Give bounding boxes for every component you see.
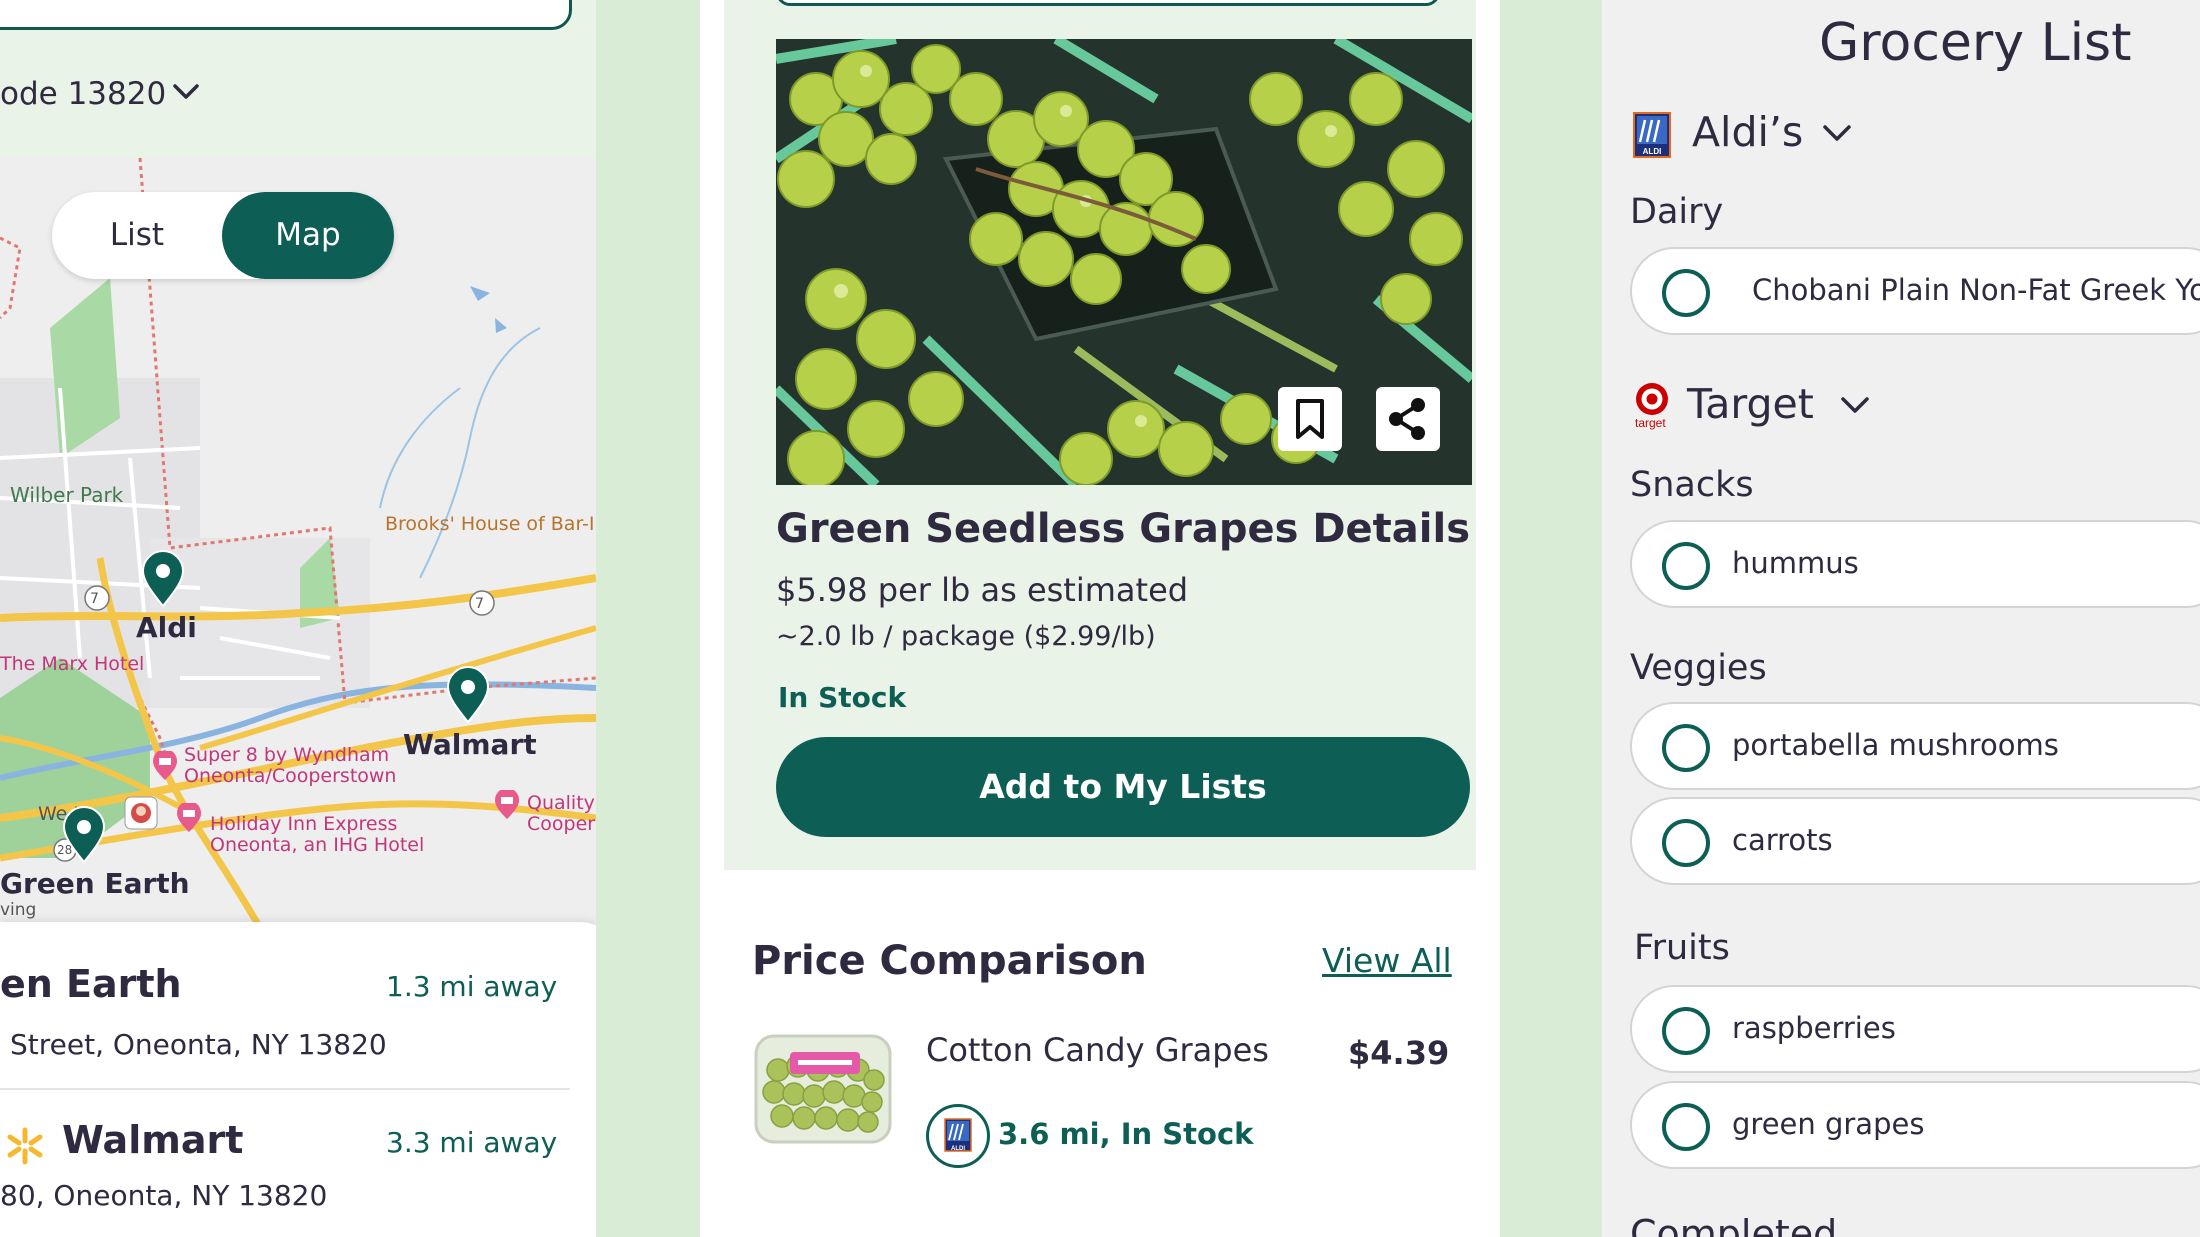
view-toggle: List Map	[52, 192, 394, 279]
map-label-poi: ving	[0, 900, 37, 920]
list-item[interactable]: raspberries	[1630, 985, 2200, 1073]
product-price: $5.98 per lb as estimated	[776, 571, 1189, 609]
category-heading: Snacks	[1630, 465, 1754, 505]
product-card: Green Seedless Grapes Details $5.98 per …	[724, 0, 1476, 870]
page-title: Grocery List	[1819, 13, 2132, 73]
product-detail-screen: Green Seedless Grapes Details $5.98 per …	[700, 0, 1500, 1237]
svg-text:ALDI: ALDI	[1643, 147, 1662, 156]
hotel-marker-icon[interactable]	[152, 751, 178, 781]
category-heading: Veggies	[1630, 648, 1767, 688]
add-to-lists-button[interactable]: Add to My Lists	[776, 737, 1470, 837]
list-item-label: raspberries	[1732, 1011, 1896, 1045]
list-item[interactable]: Chobani Plain Non-Fat Greek Yo	[1630, 247, 2200, 335]
store-name[interactable]: en Earth	[0, 962, 182, 1006]
search-input[interactable]	[0, 0, 572, 30]
stock-status: In Stock	[778, 681, 907, 714]
checkbox[interactable]	[1662, 1007, 1710, 1055]
category-heading: Dairy	[1630, 192, 1724, 232]
map-pin-icon[interactable]	[140, 550, 186, 608]
aldi-logo-icon: ALDI	[1633, 112, 1671, 158]
target-logo-caption: target	[1635, 416, 1666, 430]
store-section-title[interactable]: Aldi’s	[1692, 108, 1803, 156]
list-item-label: portabella mushrooms	[1732, 728, 2059, 762]
map-label-hotel: Super 8 by Wyndham Oneonta/Cooperstown	[184, 744, 397, 787]
bookmark-button[interactable]	[1278, 387, 1342, 451]
route-shield-label: 7	[475, 596, 484, 612]
toggle-list-button[interactable]: List	[52, 192, 222, 279]
map-label-store: Green Earth	[0, 867, 190, 900]
aldi-logo-icon: ALDI	[926, 1104, 990, 1168]
chevron-down-icon[interactable]	[1840, 394, 1870, 416]
store-distance: 3.3 mi away	[386, 1126, 558, 1159]
restaurant-marker-icon[interactable]	[124, 796, 158, 830]
share-button[interactable]	[1376, 387, 1440, 451]
chevron-down-icon[interactable]	[172, 82, 200, 102]
chevron-down-icon[interactable]	[1822, 122, 1852, 144]
store-section-title[interactable]: Target	[1687, 380, 1814, 428]
grapes-photo	[776, 39, 1472, 485]
map-pin-icon[interactable]	[445, 666, 491, 724]
zip-code-selector[interactable]: ode 13820	[0, 76, 166, 112]
bookmark-icon	[1296, 399, 1324, 439]
product-thumbnail[interactable]	[752, 1030, 894, 1148]
search-input[interactable]	[776, 0, 1440, 6]
comparison-item-availability: 3.6 mi, In Stock	[998, 1117, 1254, 1151]
divider	[0, 1088, 570, 1090]
toggle-map-button[interactable]: Map	[222, 192, 394, 279]
product-title: Green Seedless Grapes Details	[776, 506, 1471, 552]
map-label-store: Walmart	[403, 728, 537, 761]
map-label-poi: Brooks' House of Bar-I	[385, 513, 595, 535]
list-item-label: green grapes	[1732, 1107, 1925, 1141]
store-finder-header: ode 13820	[0, 0, 596, 158]
list-item[interactable]: hummus	[1630, 520, 2200, 608]
map-label-hotel: The Marx Hotel	[0, 653, 145, 675]
checkbox[interactable]	[1662, 542, 1710, 590]
list-item[interactable]: portabella mushrooms	[1630, 702, 2200, 790]
list-item-label: hummus	[1732, 546, 1859, 580]
checkbox[interactable]	[1662, 269, 1710, 317]
list-item-label: Chobani Plain Non-Fat Greek Yo	[1752, 273, 2200, 307]
grocery-list-screen: Grocery List ALDI Aldi’s Dairy Chobani P…	[1602, 0, 2200, 1237]
category-heading: Fruits	[1634, 928, 1730, 968]
product-image	[776, 39, 1472, 485]
view-all-link[interactable]: View All	[1322, 941, 1452, 980]
map-label-store: Aldi	[136, 611, 197, 644]
checkbox[interactable]	[1662, 1103, 1710, 1151]
map-label-hotel: Holiday Inn Express Oneonta, an IHG Hotel	[210, 813, 425, 856]
share-icon	[1389, 398, 1425, 440]
hotel-marker-icon[interactable]	[176, 803, 202, 833]
comparison-item-name[interactable]: Cotton Candy Grapes	[926, 1031, 1269, 1069]
route-shield-label: 7	[90, 591, 99, 607]
price-comparison-title: Price Comparison	[752, 938, 1147, 984]
hotel-marker-icon[interactable]	[494, 790, 520, 820]
store-address: 80, Oneonta, NY 13820	[0, 1179, 328, 1212]
store-address: Street, Oneonta, NY 13820	[10, 1028, 387, 1061]
product-package: ~2.0 lb / package ($2.99/lb)	[776, 621, 1156, 652]
map-label-park: Wilber Park	[10, 483, 124, 507]
walmart-spark-icon	[7, 1127, 43, 1165]
list-item[interactable]: carrots	[1630, 797, 2200, 885]
map-label-hotel: Quality Cooper	[527, 792, 596, 835]
list-item-label: carrots	[1732, 823, 1833, 857]
store-finder-screen: ode 13820 7 7 28 Wilber Park Brooks' Hou…	[0, 0, 596, 1237]
checkbox[interactable]	[1662, 819, 1710, 867]
checkbox[interactable]	[1662, 724, 1710, 772]
store-name[interactable]: Walmart	[62, 1118, 243, 1162]
list-item[interactable]: green grapes	[1630, 1081, 2200, 1169]
completed-heading[interactable]: Completed	[1630, 1212, 1837, 1237]
comparison-item-price: $4.39	[1348, 1034, 1450, 1072]
map-pin-icon[interactable]	[61, 806, 107, 864]
store-distance: 1.3 mi away	[386, 970, 558, 1003]
